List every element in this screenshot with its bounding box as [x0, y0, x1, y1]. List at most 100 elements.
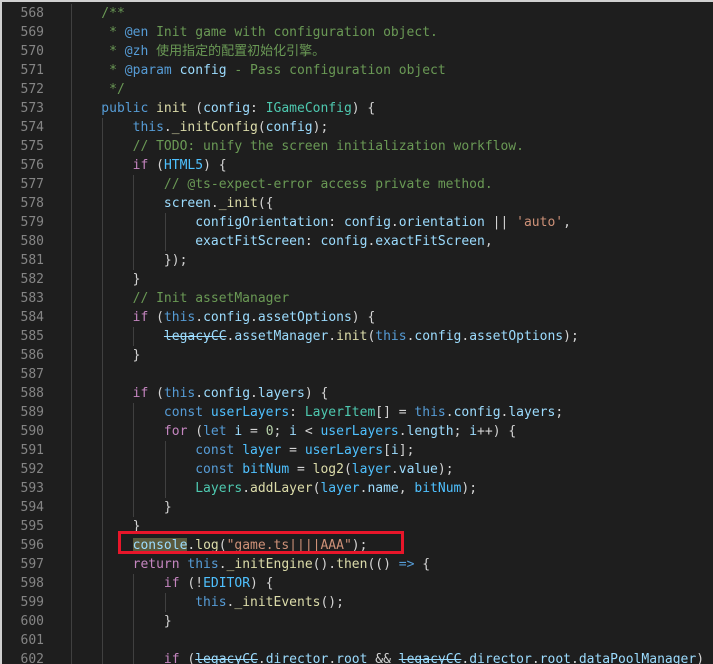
- code-token: .: [570, 652, 579, 664]
- code-token: // Init assetManager: [70, 291, 290, 306]
- code-token: .: [210, 196, 219, 211]
- code-token: ;: [555, 405, 564, 420]
- code-editor[interactable]: 568 /** 569 * @en Init game with configur…: [0, 0, 713, 664]
- line-number: 577: [20, 177, 44, 192]
- code-line[interactable]: 600 }: [2, 612, 713, 631]
- code-token: // TODO: unify the screen initialization…: [70, 139, 524, 154]
- line-number: 568: [20, 6, 44, 21]
- code-token: layer: [320, 481, 360, 496]
- code-token: assetManager: [234, 329, 329, 344]
- code-line[interactable]: 571 * @param config - Pass configuration…: [2, 61, 713, 80]
- code-text: Layers.addLayer(layer.name, bitNum);: [70, 479, 477, 498]
- line-number: 590: [20, 424, 44, 439]
- code-token: bitNum: [414, 481, 462, 496]
- code-line[interactable]: 598 if (!EDITOR) {: [2, 574, 713, 593]
- code-line[interactable]: 587: [2, 365, 713, 384]
- code-token: legacyCC: [398, 652, 462, 664]
- line-number: 598: [20, 576, 44, 591]
- indent-guide: [71, 365, 72, 384]
- code-text: }: [70, 498, 172, 517]
- line-number: 601: [20, 633, 44, 648]
- code-token: ++) {: [477, 424, 517, 439]
- code-token: (: [148, 386, 164, 401]
- code-token: .: [390, 215, 399, 230]
- code-token: config: [203, 310, 251, 325]
- code-line[interactable]: 595 }: [2, 517, 713, 536]
- code-token: @zh: [124, 44, 149, 59]
- code-token: legacyCC: [163, 329, 227, 344]
- line-number: 599: [20, 595, 44, 610]
- line-number: 585: [20, 329, 44, 344]
- code-line[interactable]: 592 const bitNum = log2(layer.value);: [2, 460, 713, 479]
- code-token: config: [203, 101, 251, 116]
- code-token: init: [156, 101, 188, 116]
- code-line[interactable]: 602 if (legacyCC.director.root && legacy…: [2, 650, 713, 664]
- code-line[interactable]: 573 public init (config: IGameConfig) {: [2, 99, 713, 118]
- code-line[interactable]: 582 }: [2, 270, 713, 289]
- code-token: _initEngine: [226, 557, 313, 572]
- code-line[interactable]: 593 Layers.addLayer(layer.name, bitNum);: [2, 479, 713, 498]
- code-line[interactable]: 599 this._initEvents();: [2, 593, 713, 612]
- code-line[interactable]: 596 console.log("game.ts||||AAA");: [2, 536, 713, 555]
- code-text: */: [70, 80, 125, 99]
- code-text: }: [70, 517, 141, 536]
- line-number: 582: [20, 272, 44, 287]
- code-line[interactable]: 576 if (HTML5) {: [2, 156, 713, 175]
- code-line[interactable]: 586 }: [2, 346, 713, 365]
- code-token: [: [383, 443, 391, 458]
- code-token: &&: [367, 652, 399, 664]
- code-token: const: [70, 462, 243, 477]
- code-token: (: [148, 158, 164, 173]
- code-token: 'auto': [516, 215, 564, 230]
- code-line[interactable]: 601: [2, 631, 713, 650]
- code-line[interactable]: 585 legacyCC.assetManager.init(this.conf…: [2, 327, 713, 346]
- code-token: );: [461, 481, 478, 496]
- line-number: 572: [20, 82, 44, 97]
- code-token: /**: [70, 6, 125, 21]
- code-token: ) {: [351, 310, 376, 325]
- code-line[interactable]: 574 this._initConfig(config);: [2, 118, 713, 137]
- code-token: director: [469, 652, 532, 664]
- code-text: for (let i = 0; i < userLayers.length; i…: [70, 422, 516, 441]
- line-number: 575: [20, 139, 44, 154]
- code-line[interactable]: 575 // TODO: unify the screen initializa…: [2, 137, 713, 156]
- code-token: ((): [367, 557, 399, 572]
- code-token: }: [70, 348, 141, 363]
- code-token: :: [328, 215, 344, 230]
- code-token: 0: [265, 424, 274, 439]
- code-token: if: [70, 386, 149, 401]
- code-token: _initConfig: [171, 120, 258, 135]
- code-line[interactable]: 591 const layer = userLayers[i];: [2, 441, 713, 460]
- code-token: screen: [70, 196, 211, 211]
- code-token: (: [187, 101, 204, 116]
- code-token: *: [70, 44, 125, 59]
- code-line[interactable]: 590 for (let i = 0; i < userLayers.lengt…: [2, 422, 713, 441]
- code-token: ||: [484, 215, 517, 230]
- code-line[interactable]: 583 // Init assetManager: [2, 289, 713, 308]
- code-line[interactable]: 584 if (this.config.assetOptions) {: [2, 308, 713, 327]
- code-token: director: [265, 652, 329, 664]
- code-token: .: [195, 386, 204, 401]
- code-line[interactable]: 580 exactFitScreen: config.exactFitScree…: [2, 232, 713, 251]
- code-line[interactable]: 589 const userLayers: LayerItem[] = this…: [2, 403, 713, 422]
- code-token: const: [70, 443, 243, 458]
- code-line[interactable]: 568 /**: [2, 4, 713, 23]
- code-line[interactable]: 594 }: [2, 498, 713, 517]
- code-line[interactable]: 579 configOrientation: config.orientatio…: [2, 213, 713, 232]
- code-line[interactable]: 588 if (this.config.layers) {: [2, 384, 713, 403]
- code-token: *: [70, 25, 125, 40]
- code-token: 使用指定的配置初始化引擎。: [148, 44, 326, 59]
- code-token: );: [437, 462, 454, 477]
- code-line[interactable]: 572 */: [2, 80, 713, 99]
- code-line[interactable]: 578 screen._init({: [2, 194, 713, 213]
- code-line[interactable]: 577 // @ts-expect-error access private m…: [2, 175, 713, 194]
- code-text: return this._initEngine().then(() => {: [70, 555, 430, 574]
- code-line[interactable]: 570 * @zh 使用指定的配置初始化引擎。: [2, 42, 713, 61]
- code-line[interactable]: 569 * @en Init game with configuration o…: [2, 23, 713, 42]
- code-token: IGameConfig: [265, 101, 352, 116]
- code-line[interactable]: 581 });: [2, 251, 713, 270]
- code-line[interactable]: 597 return this._initEngine().then(() =>…: [2, 555, 713, 574]
- code-token: this: [414, 405, 446, 420]
- code-token: if: [70, 158, 149, 173]
